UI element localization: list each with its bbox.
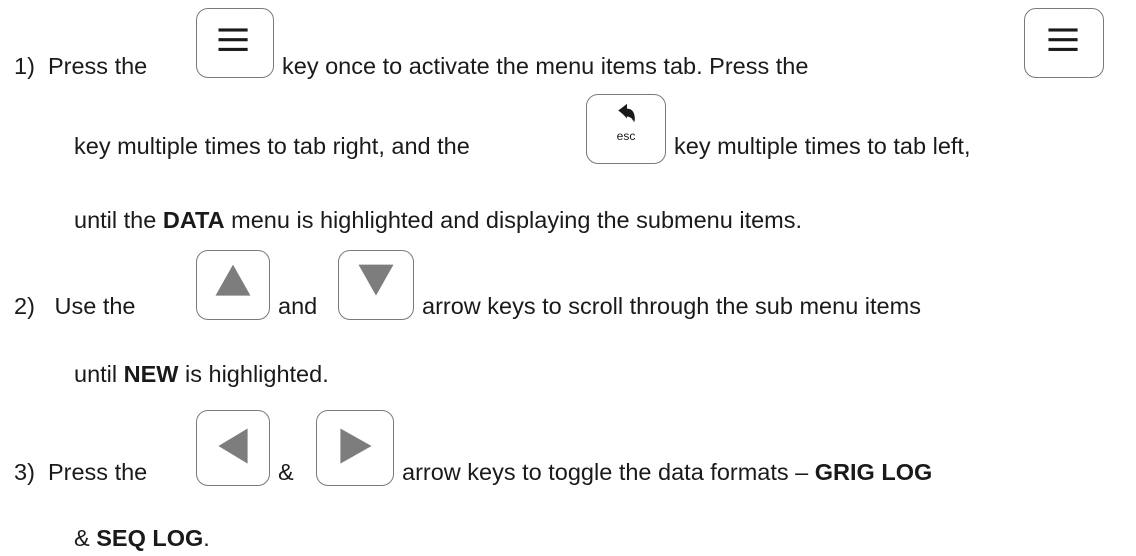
step2-text-b: and [278, 293, 318, 319]
step1-text-a: Press the [47, 53, 148, 79]
step1-data-bold: DATA [162, 207, 225, 233]
step1-line1-b: key once to activate the menu items tab.… [282, 52, 808, 80]
step2-new-bold: NEW [123, 361, 179, 387]
step2-number: 2) [14, 293, 35, 319]
step2-text-d-post: is highlighted. [185, 361, 329, 387]
step3-text-c: arrow keys to toggle the data formats – [402, 459, 809, 485]
step3-text-a: Press the [47, 459, 148, 485]
down-arrow-key-icon [338, 250, 414, 320]
step3-line1-b: & [278, 458, 294, 486]
step3-text-d-pre: & [74, 525, 90, 551]
up-arrow-key-icon [196, 250, 270, 320]
step1-line1: 1) Press the [14, 52, 147, 80]
step2-line2: until NEW is highlighted. [74, 360, 329, 388]
step3-number: 3) [14, 459, 35, 485]
step2-text-c: arrow keys to scroll through the sub men… [422, 293, 921, 319]
step1-text-d: key multiple times to tab left, [674, 133, 971, 159]
step2-line1: 2) Use the [14, 292, 136, 320]
menu-key-icon-2 [1024, 8, 1104, 78]
step3-text-d-post: . [203, 525, 210, 551]
esc-key-label: esc [616, 129, 636, 143]
esc-back-key-icon: esc [586, 94, 666, 164]
right-arrow-key-icon [316, 410, 394, 486]
step2-text-a: Use the [54, 293, 136, 319]
step3-line2: & SEQ LOG. [74, 524, 210, 552]
menu-key-icon [196, 8, 274, 78]
step1-number: 1) [14, 53, 35, 79]
step1-text-c: key multiple times to tab right, and the [74, 133, 470, 159]
step3-text-b: & [278, 459, 294, 485]
step1-text-b: key once to activate the menu items tab.… [282, 53, 809, 79]
left-arrow-key-icon [196, 410, 270, 486]
step1-line2: key multiple times to tab right, and the [74, 132, 470, 160]
step3-line1: 3) Press the [14, 458, 147, 486]
step3-seq-log-bold: SEQ LOG [96, 525, 204, 551]
step2-text-d-pre: until [74, 361, 118, 387]
step1-line3: until the DATA menu is highlighted and d… [74, 206, 802, 234]
step1-text-e-post: menu is highlighted and displaying the s… [231, 207, 803, 233]
step1-line2-b: key multiple times to tab left, [674, 132, 970, 160]
step1-text-e-pre: until the [74, 207, 157, 233]
step2-line1-b: and [278, 292, 317, 320]
step2-line1-c: arrow keys to scroll through the sub men… [422, 292, 921, 320]
step3-line1-c: arrow keys to toggle the data formats – … [402, 458, 932, 486]
step3-grig-log-bold: GRIG LOG [814, 459, 933, 485]
